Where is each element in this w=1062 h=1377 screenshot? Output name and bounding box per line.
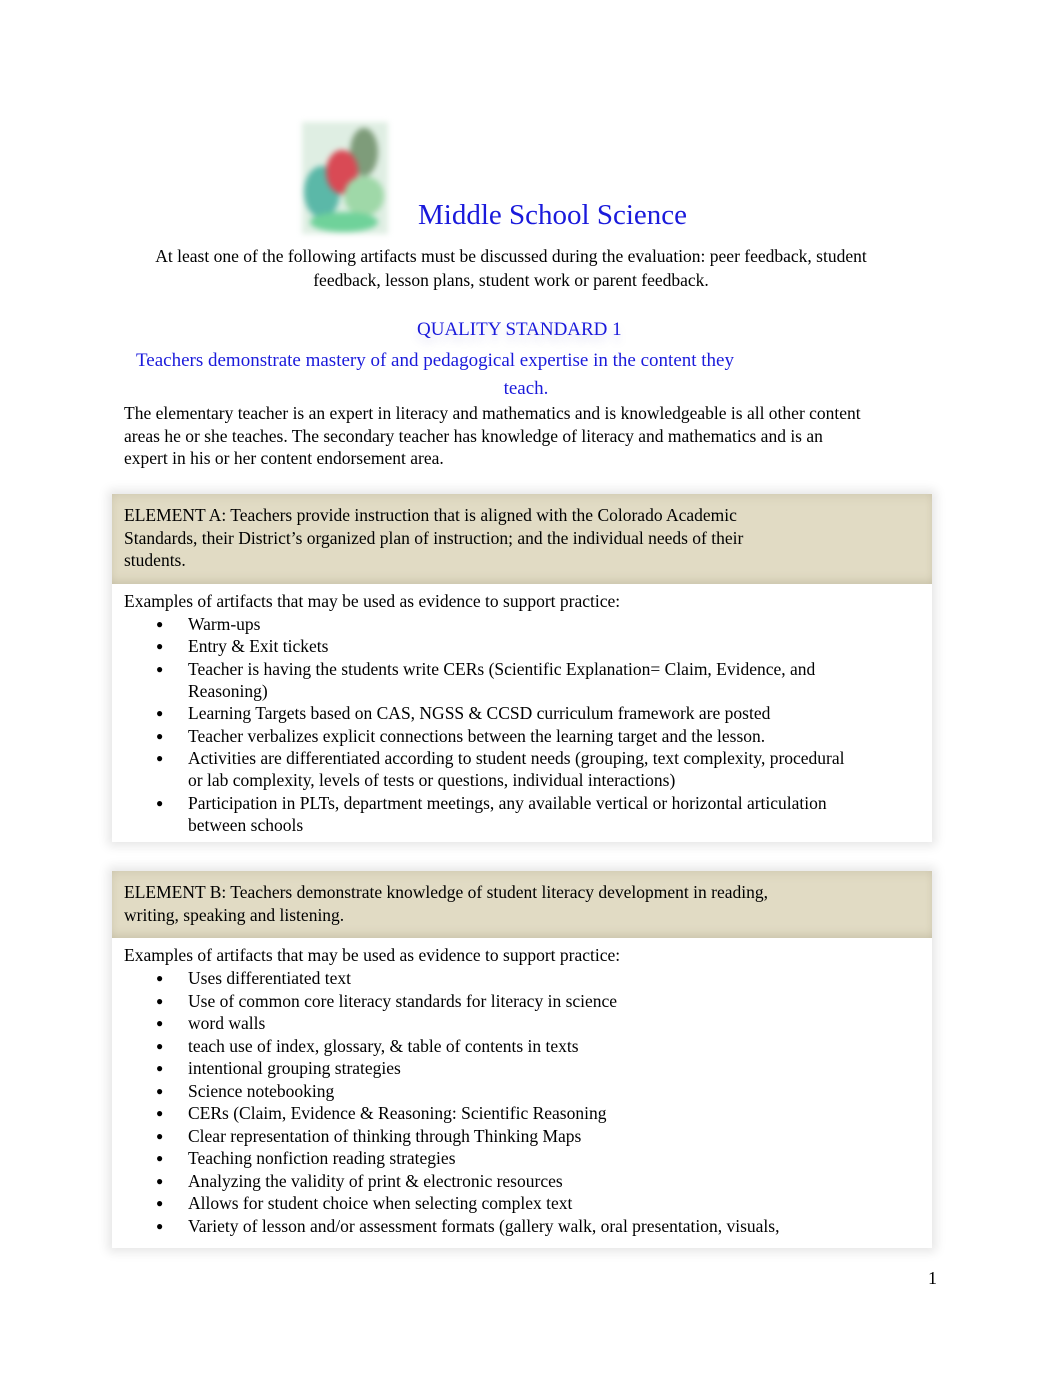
element-a-header: ELEMENT A: Teachers provide instruction … [112,494,932,584]
bullet-icon: ● [156,706,164,720]
science-logo-icon [302,122,388,234]
bullet-icon: ● [156,751,164,765]
element-a-box: ELEMENT A: Teachers provide instruction … [112,494,932,842]
list-item: ● word walls [156,1013,266,1033]
element-b-list: ● Uses differentiated text ● Use of common… [124,967,852,1237]
list-item: ● Science notebooking [156,1080,335,1101]
list-item: ● Warm-ups [156,613,261,634]
list-item: ● Allows for student choice when selectin… [156,1193,573,1213]
bullet-icon: ● [156,728,164,743]
list-item: ● Variety of lesson and/or assessment for… [156,1215,780,1236]
bullet-icon: ● [156,1038,164,1053]
list-item: ● Participation in PLTs, department meeti… [156,792,827,835]
list-item: ● Activities are differentiated according… [156,748,845,790]
bullet-icon: ● [156,1128,164,1143]
element-b-body: Examples of artifacts that may be used a… [112,938,932,1243]
page-number: 1 [928,1268,937,1288]
list-item: ● Uses differentiated text [156,968,351,988]
list-item: ● Teaching nonfiction reading strategies [156,1148,456,1168]
list-item: ● Clear representation of thinking throug… [156,1125,582,1146]
bullet-icon: ● [156,993,164,1008]
bullet-icon: ● [156,616,164,631]
quality-standard-description-line2: teach. [503,378,549,399]
list-item: ● Analyzing the validity of print & elect… [156,1170,563,1191]
quality-standard-description-line1: Teachers demonstrate mastery of and peda… [136,350,734,371]
quality-standard-label: QUALITY STANDARD 1 [417,319,622,340]
list-item: ● Teacher is having the students write CE… [156,658,816,701]
bullet-icon: ● [156,1218,164,1233]
element-a-body: Examples of artifacts that may be used a… [112,584,932,843]
element-b-examples-intro: Examples of artifacts that may be used a… [124,945,621,965]
bullet-icon: ● [156,661,164,676]
bullet-icon: ● [156,1061,164,1075]
bullet-icon: ● [156,1106,164,1120]
list-item: ● CERs (Claim, Evidence & Reasoning: Scie… [156,1103,607,1123]
element-b-header: ELEMENT B: Teachers demonstrate knowledg… [112,871,932,938]
bullet-icon: ● [156,1151,164,1165]
list-item: ● Teacher verbalizes explicit connections… [156,725,766,746]
bullet-icon: ● [156,1083,164,1098]
element-a-examples-intro: Examples of artifacts that may be used a… [124,590,621,611]
list-item: ● Entry & Exit tickets [156,636,329,656]
bullet-icon: ● [156,971,164,985]
bullet-icon: ● [156,639,164,653]
list-item: ● Use of common core literacy standards f… [156,990,618,1011]
bullet-icon: ● [156,795,164,810]
list-item: ● Learning Targets based on CAS, NGSS & C… [156,703,771,723]
bullet-icon: ● [156,1173,164,1188]
element-b-box: ELEMENT B: Teachers demonstrate knowledg… [112,871,932,1248]
element-a-list: ● Warm-ups ● Entry & Exit tickets ● Teacher… [124,613,852,836]
artifacts-intro: At least one of the following artifacts … [155,246,867,290]
document-title: Middle School Science [418,199,688,231]
list-item: ● intentional grouping strategies [156,1058,401,1078]
list-item: ● teach use of index, glossary, & table o… [156,1035,579,1056]
quality-standard-description: Teachers demonstrate mastery of and peda… [130,347,922,403]
bullet-icon: ● [156,1016,164,1030]
bullet-icon: ● [156,1196,164,1210]
quality-standard-body: The elementary teacher is an expert in l… [124,403,861,468]
